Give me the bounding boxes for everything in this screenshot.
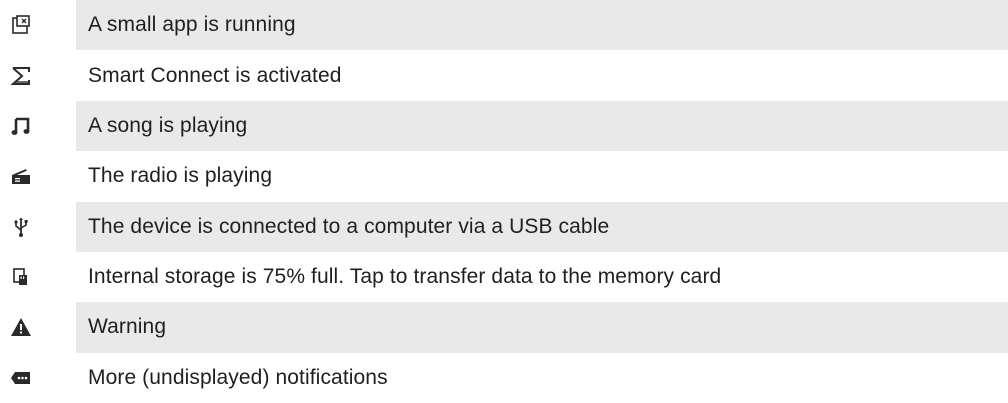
usb-icon	[10, 216, 32, 238]
radio-icon	[10, 165, 32, 187]
icon-cell	[0, 151, 76, 202]
notification-icons-table: A small app is running Smart Connect is …	[0, 0, 1008, 403]
row-label: Internal storage is 75% full. Tap to tra…	[76, 251, 1008, 303]
table-row: Smart Connect is activated	[0, 50, 1008, 101]
table-row: Warning	[0, 302, 1008, 353]
smart-connect-icon	[10, 65, 32, 87]
icon-cell	[0, 201, 76, 252]
row-label: More (undisplayed) notifications	[76, 352, 1008, 403]
icon-cell	[0, 251, 76, 303]
row-label: Smart Connect is activated	[76, 50, 1008, 101]
music-note-icon	[10, 115, 32, 137]
row-label: A small app is running	[76, 0, 1008, 51]
icon-cell	[0, 100, 76, 152]
small-app-icon	[10, 14, 32, 36]
more-notifications-icon	[10, 367, 32, 389]
icon-cell	[0, 302, 76, 353]
table-row: A song is playing	[0, 100, 1008, 152]
row-label: The device is connected to a computer vi…	[76, 201, 1008, 252]
table-row: The device is connected to a computer vi…	[0, 201, 1008, 252]
icon-cell	[0, 352, 76, 403]
storage-transfer-icon	[10, 266, 32, 288]
row-label: Warning	[76, 302, 1008, 353]
warning-icon	[10, 316, 32, 338]
icon-cell	[0, 0, 76, 51]
table-row: Internal storage is 75% full. Tap to tra…	[0, 251, 1008, 303]
table-row: More (undisplayed) notifications	[0, 352, 1008, 403]
table-row: The radio is playing	[0, 151, 1008, 202]
row-label: The radio is playing	[76, 151, 1008, 202]
icon-cell	[0, 50, 76, 101]
row-label: A song is playing	[76, 100, 1008, 152]
table-row: A small app is running	[0, 0, 1008, 51]
